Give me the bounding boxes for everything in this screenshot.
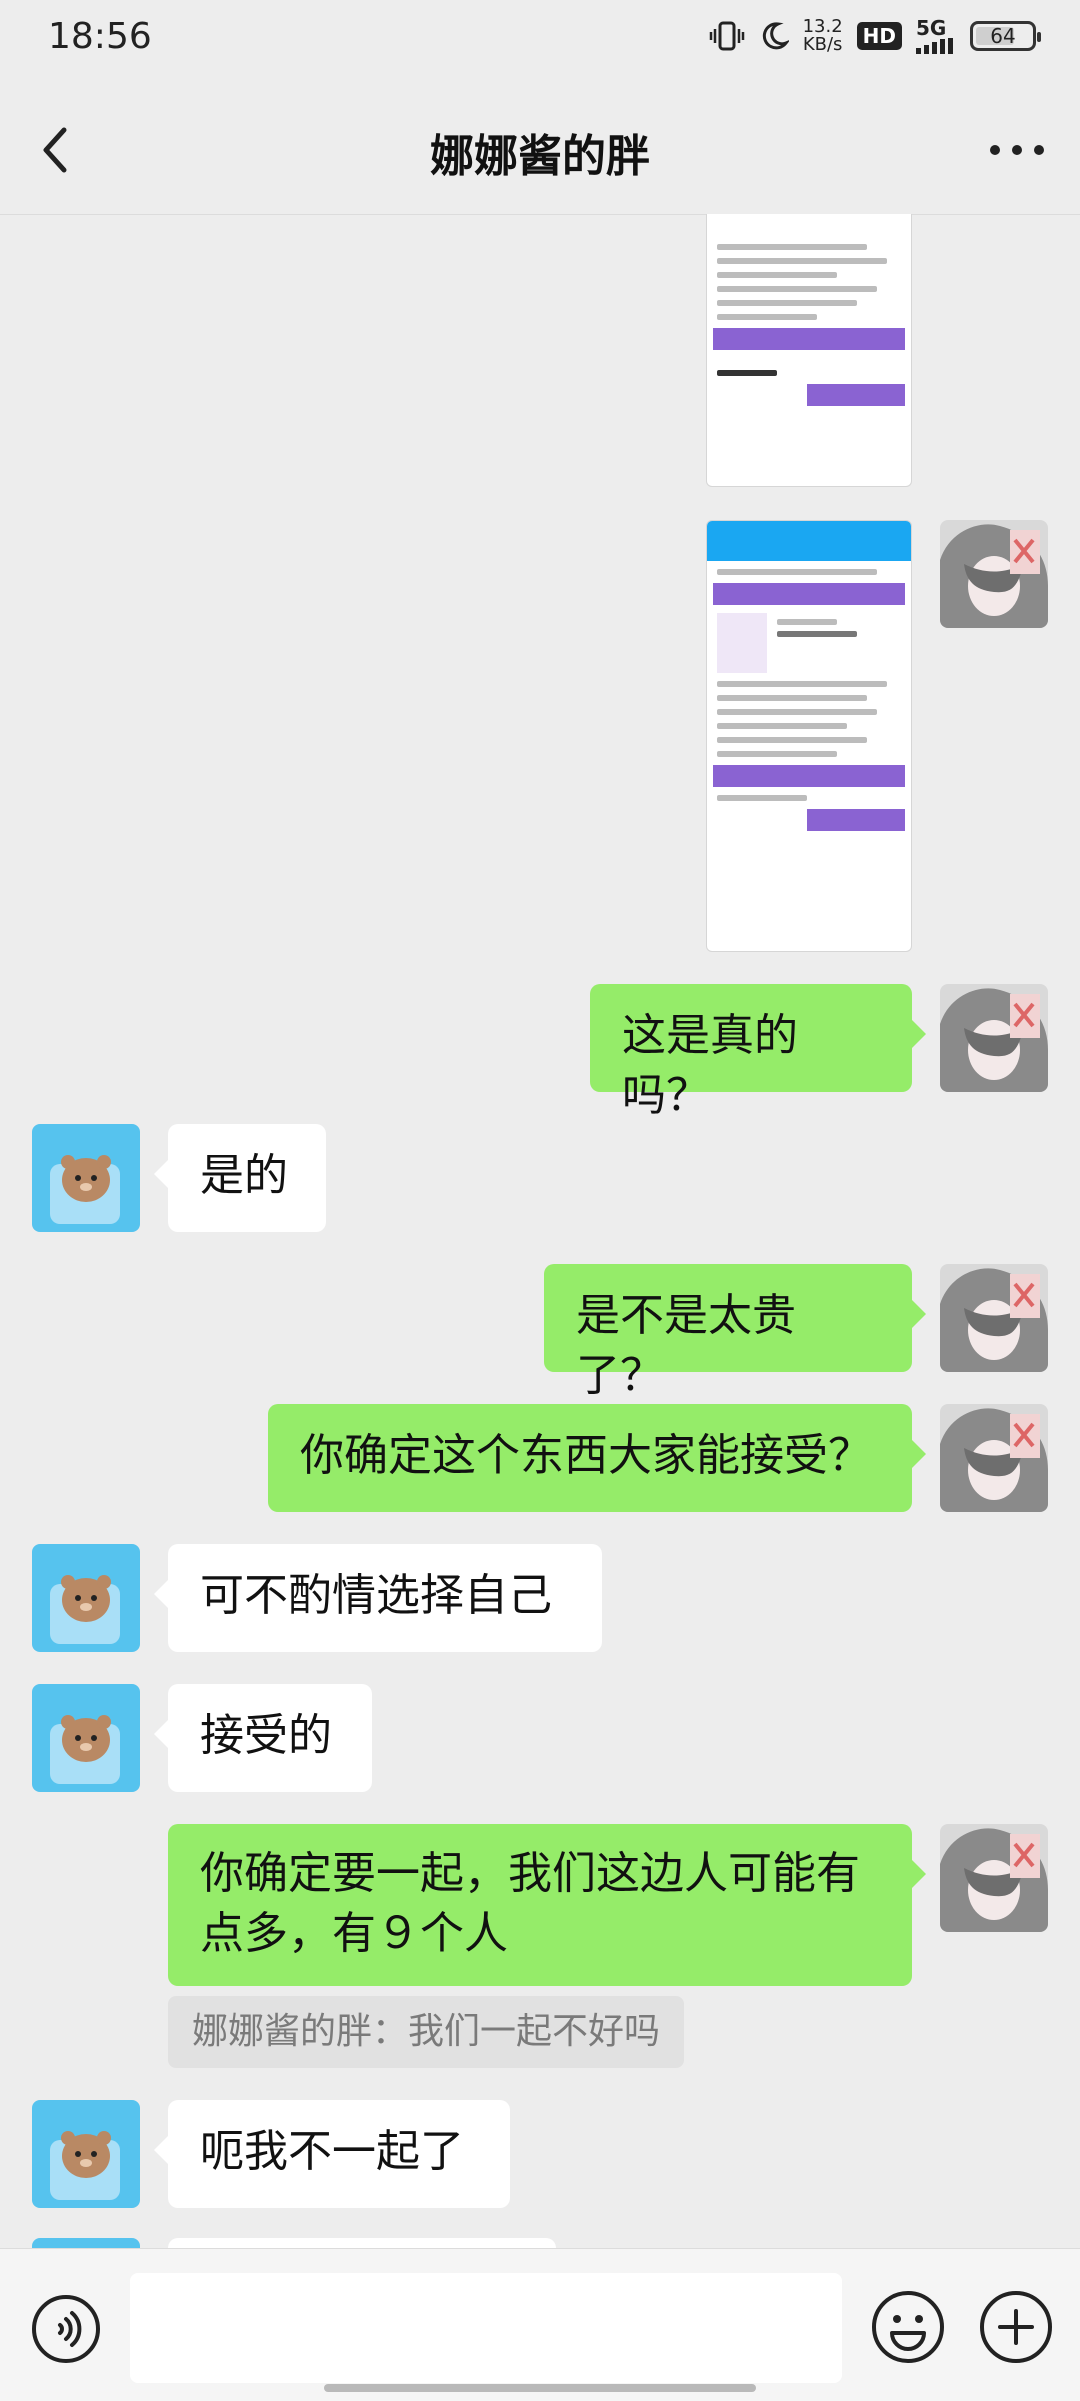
my-avatar[interactable]	[940, 520, 1048, 628]
contact-avatar[interactable]	[32, 1684, 140, 1792]
message-bubble-received[interactable]: 是的	[154, 1124, 326, 1232]
chat-title: 娜娜酱的胖	[430, 131, 650, 182]
contact-avatar[interactable]	[32, 1544, 140, 1652]
message-bubble-sent[interactable]: 是不是太贵了？	[544, 1264, 926, 1401]
my-avatar[interactable]	[940, 984, 1048, 1092]
voice-icon[interactable]	[30, 2293, 102, 2365]
anime-girl-avatar-icon	[940, 1404, 1048, 1512]
message-bubble-sent[interactable]: 你确定要一起，我们这边人可能有点多，有９个人	[168, 1824, 926, 1986]
bear-on-chair-avatar-icon	[32, 1684, 140, 1792]
contact-avatar[interactable]	[32, 1124, 140, 1232]
contact-avatar[interactable]	[32, 2100, 140, 2208]
my-avatar[interactable]	[940, 1404, 1048, 1512]
emoji-icon[interactable]	[870, 2289, 946, 2365]
vibrate-icon	[709, 21, 744, 51]
anime-girl-avatar-icon	[940, 1264, 1048, 1372]
signal-5g: 5G	[916, 18, 956, 54]
bear-on-chair-avatar-icon	[32, 1124, 140, 1232]
shared-screenshot-image[interactable]	[706, 214, 912, 487]
battery-indicator: 64	[970, 21, 1041, 51]
hd-badge: HD	[856, 22, 902, 50]
bear-on-chair-avatar-icon	[32, 1544, 140, 1652]
home-indicator[interactable]	[324, 2384, 756, 2392]
shared-screenshot-image[interactable]	[706, 520, 912, 952]
message-bubble-received[interactable]: 呃我不一起了	[154, 2100, 510, 2208]
message-bubble-received[interactable]: 可不酌情选择自己	[154, 1544, 602, 1652]
message-input[interactable]	[130, 2273, 842, 2383]
network-speed: 13.2 KB/s	[802, 16, 843, 55]
bear-on-chair-avatar-icon	[32, 2100, 140, 2208]
signal-icon	[916, 38, 953, 54]
moon-icon	[762, 22, 789, 50]
my-avatar[interactable]	[940, 1264, 1048, 1372]
status-icons: 13.2 KB/s HD 5G 64	[709, 16, 1041, 55]
composer-bar	[0, 2248, 1080, 2401]
anime-girl-avatar-icon	[940, 984, 1048, 1092]
status-time: 18:56	[48, 16, 152, 57]
more-options-icon[interactable]	[982, 120, 1052, 180]
quoted-message[interactable]: 娜娜酱的胖：我们一起不好吗	[168, 1996, 685, 2068]
message-bubble-sent[interactable]: 你确定这个东西大家能接受？	[268, 1404, 926, 1512]
message-bubble-sent[interactable]: 这是真的吗？	[590, 984, 926, 1121]
status-bar: 18:56 13.2 KB/s HD 5G 64	[0, 0, 1080, 84]
anime-girl-avatar-icon	[940, 1824, 1048, 1932]
anime-girl-avatar-icon	[940, 520, 1048, 628]
my-avatar[interactable]	[940, 1824, 1048, 1932]
plus-icon[interactable]	[978, 2289, 1054, 2365]
chat-header: 娜娜酱的胖	[0, 84, 1080, 215]
message-bubble-received[interactable]: 接受的	[154, 1684, 372, 1792]
